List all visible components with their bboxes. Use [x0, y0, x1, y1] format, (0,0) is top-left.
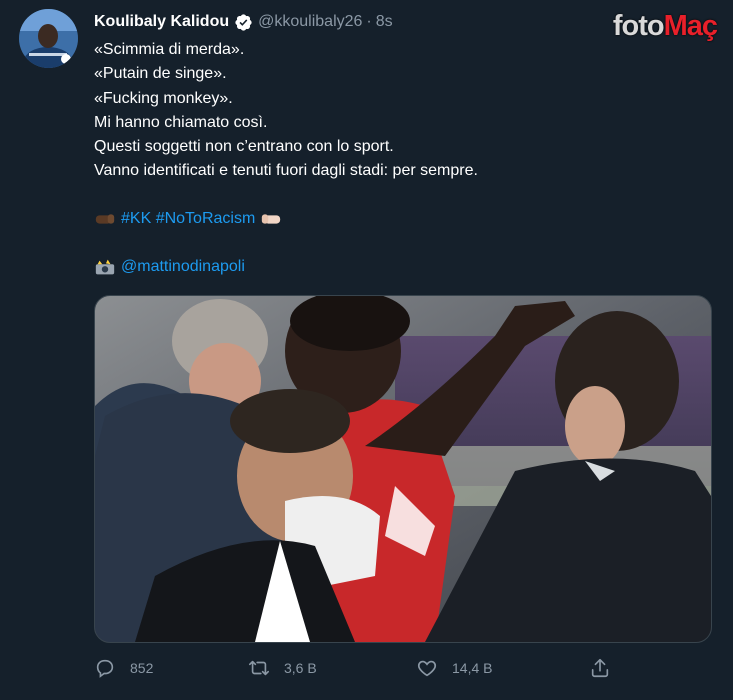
tweet-actions: 852 3,6 B 14,4 B — [94, 657, 614, 683]
tweet-line: «Scimmia di merda». — [94, 41, 245, 58]
share-action[interactable] — [589, 657, 611, 679]
tweet-header: Koulibaly Kalidou @kkoulibaly26 · 8s — [94, 11, 393, 33]
fist-bump-right-icon — [262, 214, 281, 224]
retweet-icon — [249, 660, 269, 676]
tweet-line: Vanno identificati e tenuti fuori dagli … — [94, 162, 478, 180]
reply-count: 852 — [130, 660, 154, 676]
timestamp[interactable]: 8s — [376, 13, 393, 31]
separator-dot: · — [366, 13, 372, 30]
retweet-count: 3,6 B — [284, 660, 317, 676]
tweet-line: Questi soggetti non c’entrano con lo spo… — [94, 138, 394, 156]
credit-mention-link[interactable]: @mattinodinapoli — [121, 256, 245, 278]
tweet-line: «Fucking monkey». — [94, 89, 233, 107]
like-action[interactable]: 14,4 B — [416, 657, 492, 679]
avatar[interactable] — [19, 9, 78, 68]
tweet-text: «Scimmia di merda». «Putain de singe». «… — [94, 38, 714, 184]
fist-bump-left-icon — [95, 214, 115, 224]
photo-image — [95, 296, 711, 642]
share-icon — [591, 658, 609, 678]
photo-credit-line: @mattinodinapoli — [94, 256, 245, 278]
display-name[interactable]: Koulibaly Kalidou — [94, 13, 229, 31]
like-count: 14,4 B — [452, 660, 493, 676]
reply-action[interactable]: 852 — [94, 657, 153, 679]
tweet: Koulibaly Kalidou @kkoulibaly26 · 8s fot… — [0, 0, 733, 700]
reply-icon — [96, 659, 114, 678]
hashtags-link[interactable]: #KK #NoToRacism — [121, 208, 255, 230]
tweet-line: Mi hanno chiamato così. — [94, 113, 268, 131]
verified-badge-icon — [235, 13, 252, 31]
tweet-photo[interactable] — [94, 295, 712, 643]
hashtag-line: #KK #NoToRacism — [94, 208, 282, 230]
camera-flash-icon — [95, 259, 115, 275]
heart-icon — [417, 660, 437, 677]
tweet-line: «Putain de singe». — [94, 65, 227, 83]
retweet-action[interactable]: 3,6 B — [248, 657, 317, 679]
handle[interactable]: @kkoulibaly26 — [258, 13, 362, 31]
